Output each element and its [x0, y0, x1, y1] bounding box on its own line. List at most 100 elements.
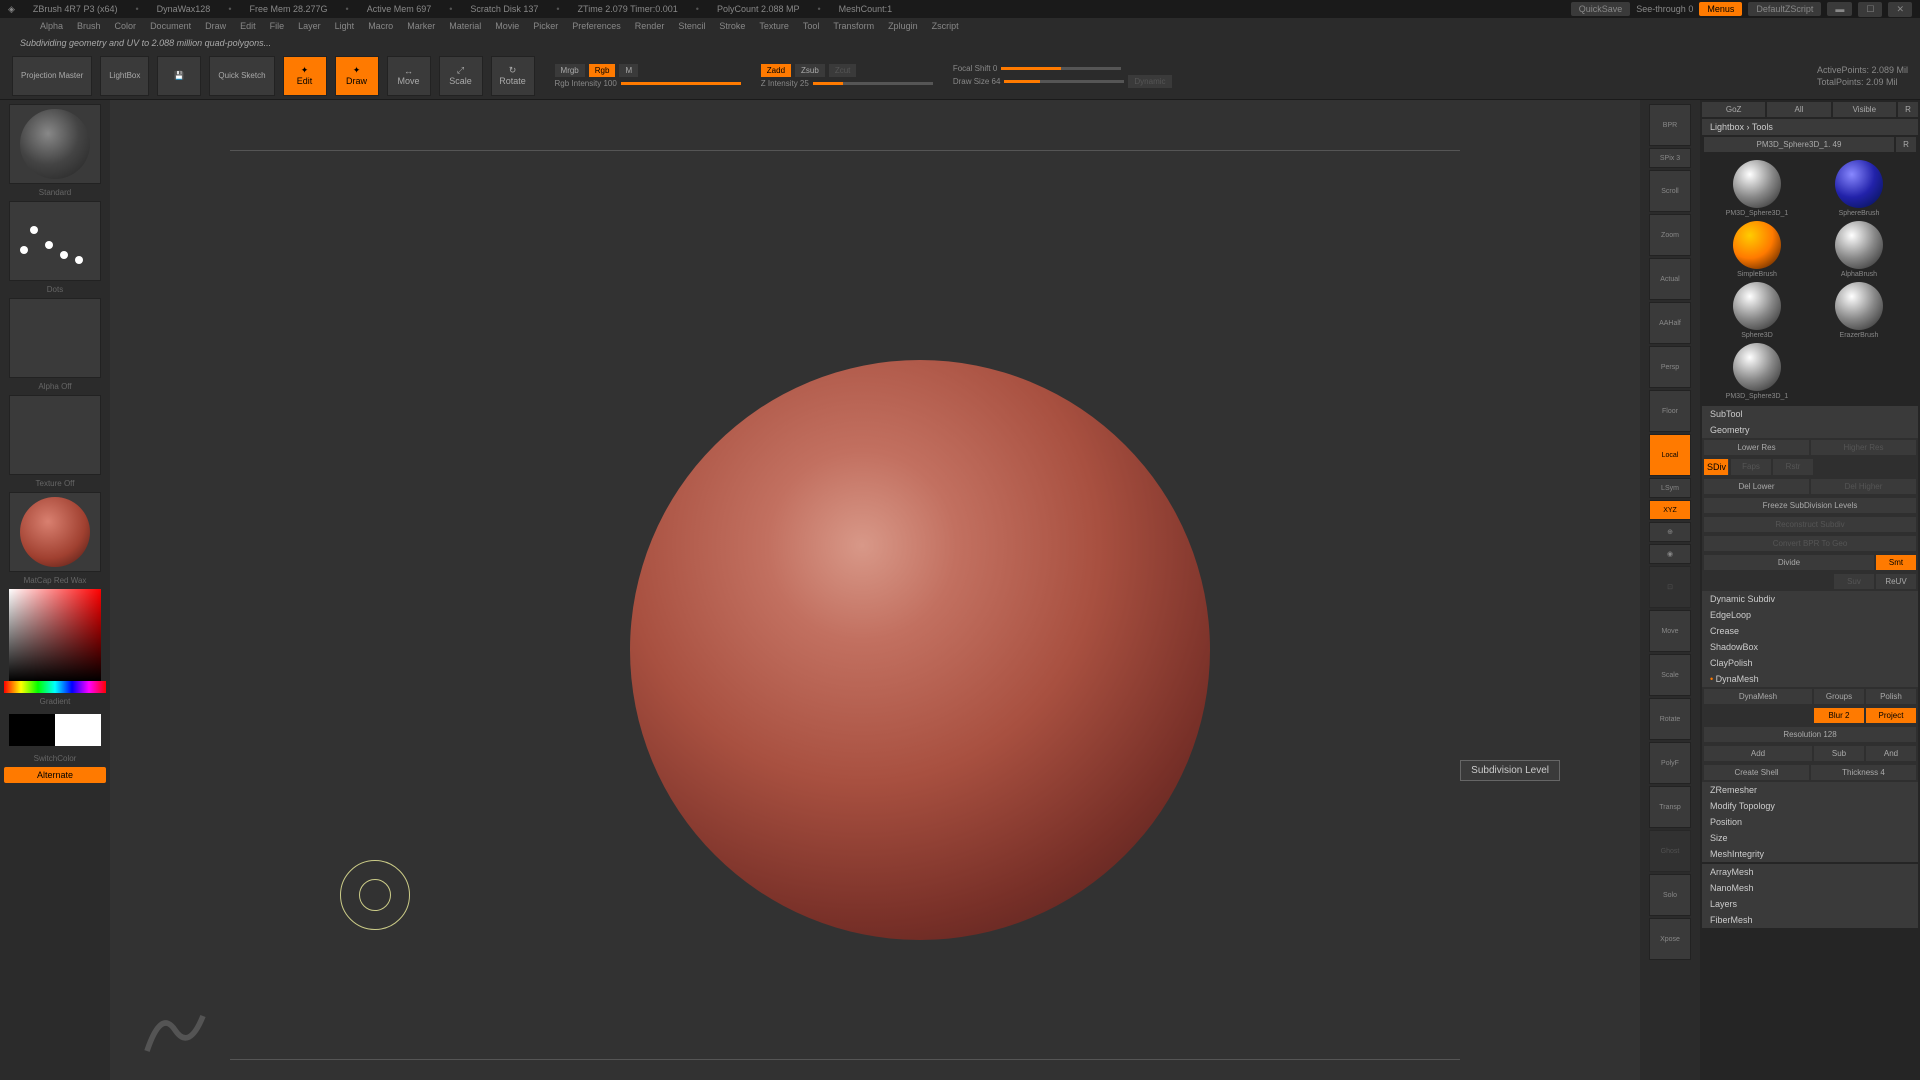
zremesher-section[interactable]: ZRemesher — [1702, 782, 1918, 798]
z-intensity-slider[interactable] — [813, 82, 933, 85]
thickness-slider[interactable]: Thickness 4 — [1811, 765, 1916, 780]
menu-color[interactable]: Color — [115, 21, 137, 31]
move-button[interactable]: ↔Move — [387, 56, 431, 96]
floor-button[interactable]: Floor — [1649, 390, 1691, 432]
create-shell-button[interactable]: Create Shell — [1704, 765, 1809, 780]
del-higher-button[interactable]: Del Higher — [1811, 479, 1916, 494]
current-tool-name[interactable]: PM3D_Sphere3D_1. 49 — [1704, 137, 1894, 152]
menu-texture[interactable]: Texture — [759, 21, 789, 31]
all-tab[interactable]: All — [1767, 102, 1830, 117]
arraymesh-section[interactable]: ArrayMesh — [1702, 864, 1918, 880]
zadd-button[interactable]: Zadd — [761, 64, 791, 77]
edgeloop-section[interactable]: EdgeLoop — [1702, 607, 1918, 623]
smt-button[interactable]: Smt — [1876, 555, 1916, 570]
color-picker[interactable] — [4, 589, 106, 693]
lsym-button[interactable]: LSym — [1649, 478, 1691, 498]
menu-stencil[interactable]: Stencil — [678, 21, 705, 31]
visible-tab[interactable]: Visible — [1833, 102, 1896, 117]
frame-button[interactable]: ⊕ — [1649, 522, 1691, 542]
menus-button[interactable]: Menus — [1699, 2, 1742, 16]
lightbox-tools[interactable]: Lightbox › Tools — [1702, 119, 1918, 135]
menu-transform[interactable]: Transform — [833, 21, 874, 31]
local-button[interactable]: Local — [1649, 434, 1691, 476]
tool-item[interactable]: PM3D_Sphere3D_1 — [1708, 343, 1806, 400]
menu-movie[interactable]: Movie — [495, 21, 519, 31]
quicksave-button[interactable]: QuickSave — [1571, 2, 1631, 16]
blur-slider[interactable]: Blur 2 — [1814, 708, 1864, 723]
texture-thumbnail[interactable] — [9, 395, 101, 475]
project-button[interactable]: Project — [1866, 708, 1916, 723]
draw-size-slider[interactable] — [1004, 80, 1124, 83]
viewport[interactable]: Subdivision Level — [110, 100, 1640, 1080]
draw-button[interactable]: ✦Draw — [335, 56, 379, 96]
menu-brush[interactable]: Brush — [77, 21, 101, 31]
zoom-button[interactable]: Zoom — [1649, 214, 1691, 256]
menu-draw[interactable]: Draw — [205, 21, 226, 31]
sdiv-slider[interactable]: SDiv — [1704, 459, 1729, 475]
projection-master-button[interactable]: Projection Master — [12, 56, 92, 96]
scale-tool-button[interactable]: Scale — [1649, 654, 1691, 696]
focal-shift-slider[interactable] — [1001, 67, 1121, 70]
xyz-button[interactable]: XYZ — [1649, 500, 1691, 520]
menu-material[interactable]: Material — [449, 21, 481, 31]
tool-item[interactable]: AlphaBrush — [1810, 221, 1908, 278]
menu-marker[interactable]: Marker — [407, 21, 435, 31]
ghost-button[interactable]: Ghost — [1649, 830, 1691, 872]
move-tool-button[interactable]: Move — [1649, 610, 1691, 652]
transp-button[interactable]: Transp — [1649, 786, 1691, 828]
suv-button[interactable]: Suv — [1834, 574, 1874, 589]
win-max[interactable]: ☐ — [1858, 2, 1882, 17]
draw-size-label[interactable]: Draw Size 64 — [953, 77, 1001, 86]
menu-zplugin[interactable]: Zplugin — [888, 21, 918, 31]
alpha-thumbnail[interactable] — [9, 298, 101, 378]
menu-layer[interactable]: Layer — [298, 21, 321, 31]
divide-button[interactable]: Divide — [1704, 555, 1874, 570]
subtool-section[interactable]: SubTool — [1702, 406, 1918, 422]
seethrough-slider[interactable]: See-through 0 — [1636, 4, 1693, 14]
save-icon[interactable]: 💾 — [157, 56, 201, 96]
menu-zscript[interactable]: Zscript — [932, 21, 959, 31]
m-button[interactable]: M — [619, 64, 638, 77]
win-close[interactable]: ✕ — [1888, 2, 1912, 17]
reconstruct-button[interactable]: Reconstruct Subdiv — [1704, 517, 1916, 532]
groups-button[interactable]: Groups — [1814, 689, 1864, 704]
rotate-tool-button[interactable]: Rotate — [1649, 698, 1691, 740]
mrgb-button[interactable]: Mrgb — [555, 64, 585, 77]
tool-item[interactable]: ErazerBrush — [1810, 282, 1908, 339]
gradient-label[interactable]: Gradient — [4, 697, 106, 706]
tool-item[interactable]: SimpleBrush — [1708, 221, 1806, 278]
modify-topology-section[interactable]: Modify Topology — [1702, 798, 1918, 814]
dynamesh-button[interactable]: DynaMesh — [1704, 689, 1812, 704]
scale-button[interactable]: ⤢Scale — [439, 56, 483, 96]
actual-button[interactable]: Actual — [1649, 258, 1691, 300]
layers-section[interactable]: Layers — [1702, 896, 1918, 912]
swatch-white[interactable] — [55, 714, 101, 746]
lightbox-button[interactable]: LightBox — [100, 56, 149, 96]
add-button[interactable]: Add — [1704, 746, 1812, 761]
sub-button[interactable]: Sub — [1814, 746, 1864, 761]
scroll-button[interactable]: Scroll — [1649, 170, 1691, 212]
position-section[interactable]: Position — [1702, 814, 1918, 830]
reuv-button[interactable]: ReUV — [1876, 574, 1916, 589]
resolution-slider[interactable]: Resolution 128 — [1704, 727, 1916, 742]
rgb-intensity-label[interactable]: Rgb Intensity 100 — [555, 79, 617, 88]
del-lower-button[interactable]: Del Lower — [1704, 479, 1809, 494]
material-thumbnail[interactable] — [9, 492, 101, 572]
menu-stroke[interactable]: Stroke — [719, 21, 745, 31]
r-tab[interactable]: R — [1898, 102, 1918, 117]
zcut-button[interactable]: Zcut — [829, 64, 857, 77]
menu-document[interactable]: Document — [150, 21, 191, 31]
goz-tab[interactable]: GoZ — [1702, 102, 1765, 117]
crease-section[interactable]: Crease — [1702, 623, 1918, 639]
nanomesh-section[interactable]: NanoMesh — [1702, 880, 1918, 896]
rot-button[interactable]: ◉ — [1649, 544, 1691, 564]
zsub-button[interactable]: Zsub — [795, 64, 825, 77]
menu-alpha[interactable]: Alpha — [40, 21, 63, 31]
tool-r-button[interactable]: R — [1896, 137, 1916, 152]
default-script[interactable]: DefaultZScript — [1748, 2, 1821, 16]
swatch-black[interactable] — [9, 714, 55, 746]
z-intensity-label[interactable]: Z Intensity 25 — [761, 79, 809, 88]
rgb-button[interactable]: Rgb — [589, 64, 616, 77]
polyf-button[interactable]: PolyF — [1649, 742, 1691, 784]
persp-button[interactable]: Persp — [1649, 346, 1691, 388]
